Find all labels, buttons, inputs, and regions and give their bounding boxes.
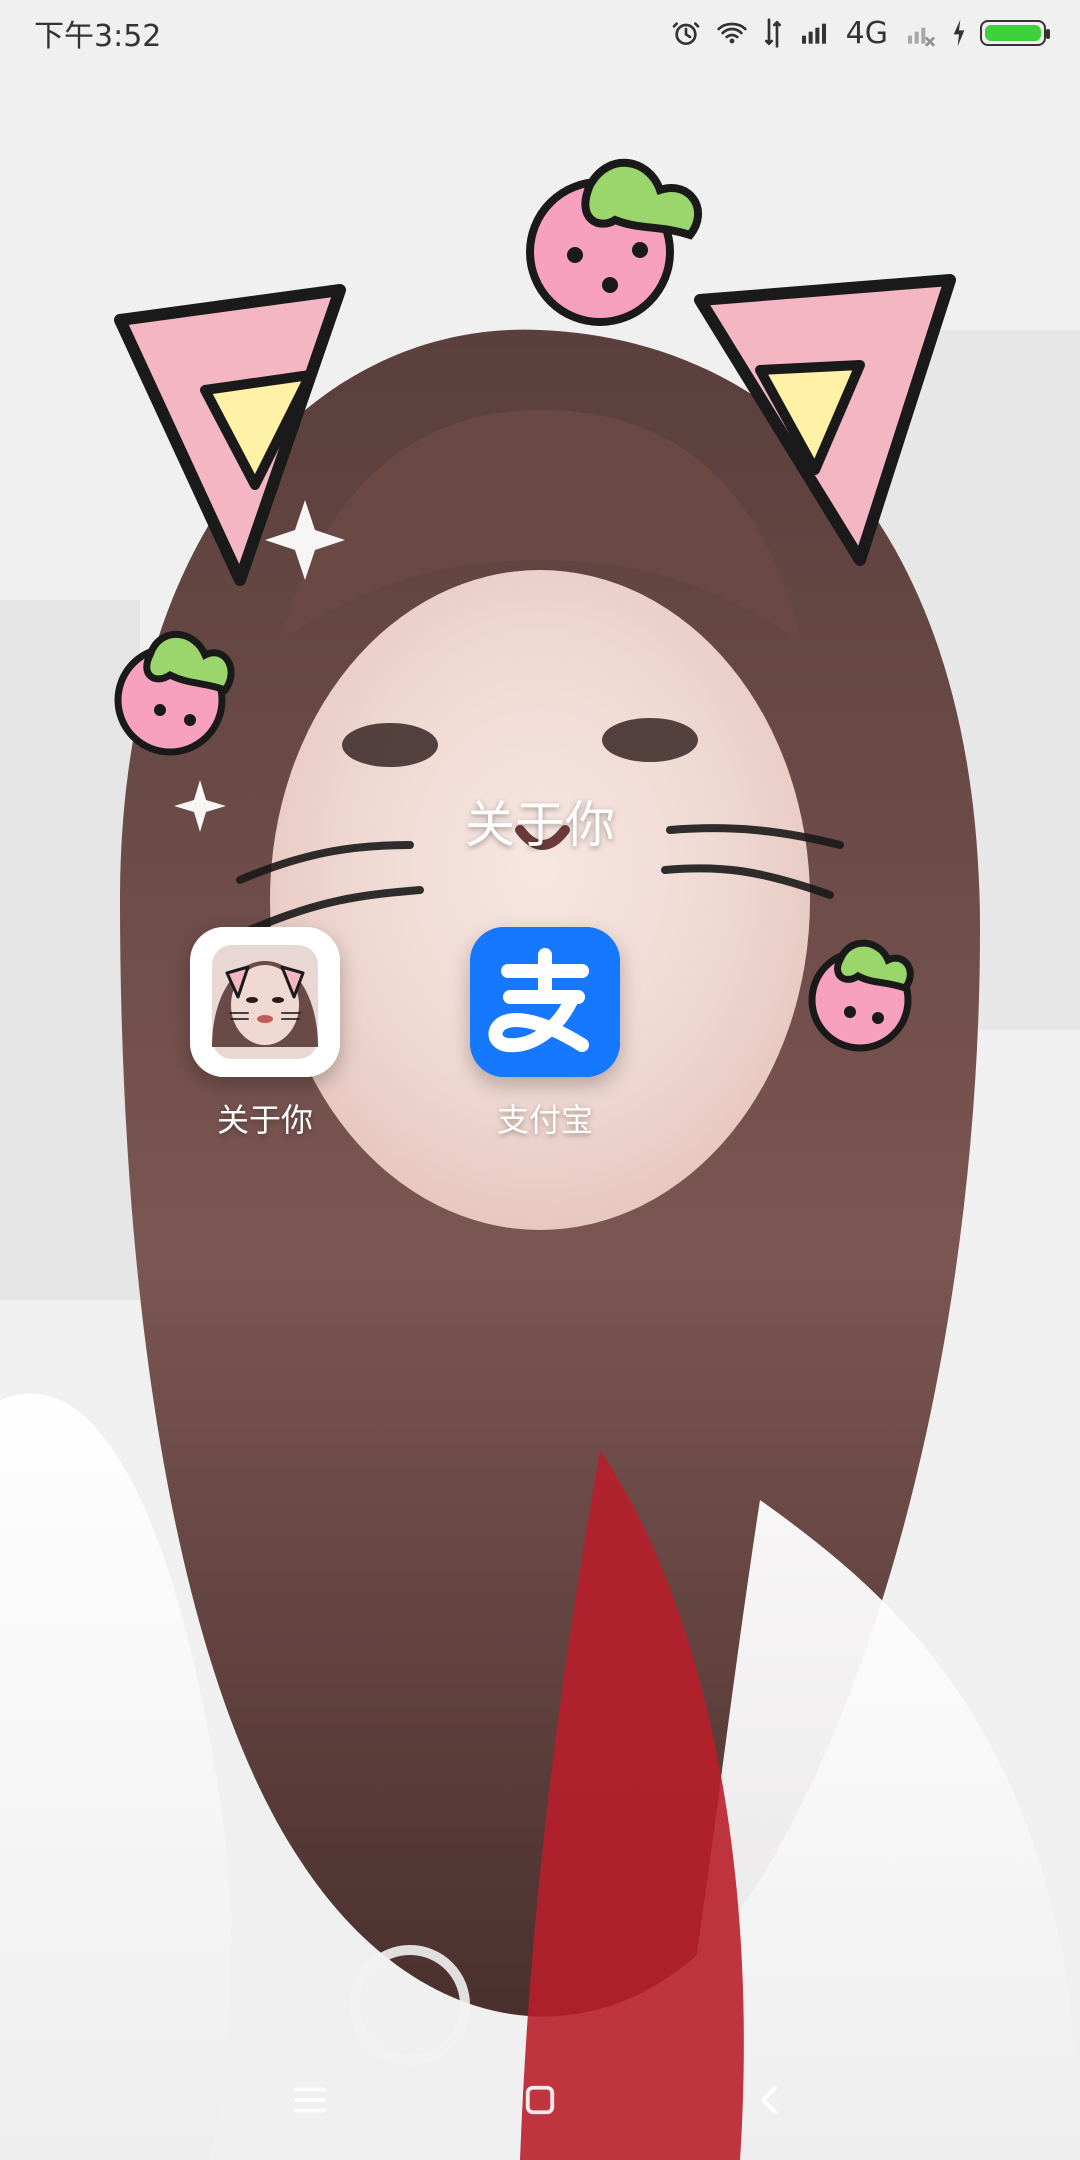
photo-app-icon-image [190, 927, 340, 1077]
charging-icon [950, 15, 968, 51]
home-screen: 下午3:52 4G 关于你 关于你 支付宝 [0, 0, 1080, 2160]
alarm-icon [670, 15, 702, 51]
wifi-icon [714, 15, 750, 51]
data-transfer-icon [762, 15, 784, 51]
nav-back-button[interactable] [740, 2070, 800, 2130]
home-icon [525, 2085, 555, 2115]
battery-icon [980, 20, 1050, 46]
status-time: 下午3:52 [34, 19, 162, 54]
status-icons: 4G [670, 15, 1050, 51]
alipay-icon[interactable] [470, 927, 620, 1077]
app-alipay[interactable]: 支付宝 [470, 927, 620, 1141]
signal-icon [796, 15, 832, 51]
navigation-bar [0, 2040, 1080, 2160]
network-type: 4G [845, 15, 888, 51]
menu-icon [294, 2087, 326, 2113]
folder-app-grid: 关于你 支付宝 [190, 927, 620, 1141]
app-label-alipay: 支付宝 [496, 1101, 593, 1139]
app-guanyu-ni[interactable]: 关于你 [190, 927, 340, 1141]
photo-app-icon[interactable] [190, 927, 340, 1077]
app-label-guanyu-ni: 关于你 [216, 1101, 313, 1139]
alipay-logo-icon [470, 927, 620, 1077]
nav-home-button[interactable] [510, 2070, 570, 2130]
back-icon [761, 2085, 778, 2115]
battery-level [985, 25, 1041, 41]
signal-no-service-icon [902, 15, 938, 51]
folder-title: 关于你 [465, 796, 615, 854]
battery-cap [1046, 29, 1050, 39]
nav-menu-button[interactable] [280, 2070, 340, 2130]
status-bar: 下午3:52 4G [0, 0, 1080, 66]
